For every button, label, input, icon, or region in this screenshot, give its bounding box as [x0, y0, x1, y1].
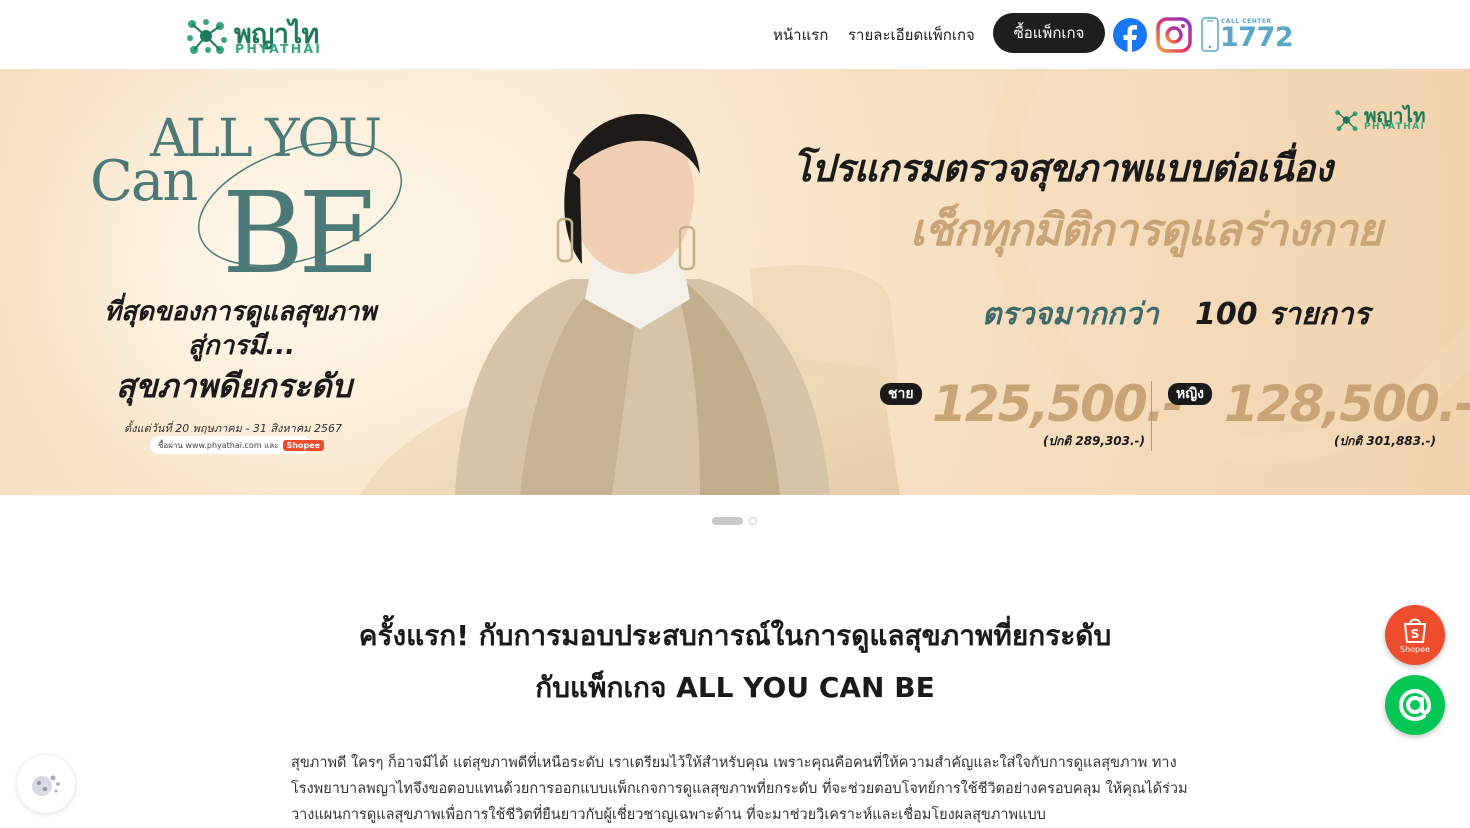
program-title: โปรแกรมตรวจสุขภาพแบบต่อเนื่อง — [792, 147, 1333, 190]
svg-text:S: S — [1411, 627, 1420, 641]
title-can: Can — [90, 149, 198, 214]
hero-logo-english: PHYATHAI — [1364, 122, 1426, 132]
phyathai-logo[interactable]: พญาไท PHYATHAI — [186, 14, 346, 58]
shopee-float-button[interactable]: S Shopee — [1385, 605, 1445, 665]
headline-line-2: กับแพ็กเกจ ALL YOU CAN BE — [535, 671, 935, 704]
carousel-dot-2[interactable] — [749, 517, 757, 525]
phyathai-logo-mark-icon — [187, 19, 227, 54]
shopee-bag-icon: S — [1403, 618, 1427, 643]
check-text: ตรวจมากกว่า — [982, 297, 1159, 332]
hero-phyathai-logo: พญาไท PHYATHAI — [1334, 105, 1440, 135]
male-price: 125,500.- — [932, 375, 1183, 433]
headline-line-1: ครั้งแรก! กับการมอบประสบการณ์ในการดูแลสุ… — [358, 619, 1112, 652]
logo-english-text: PHYATHAI — [235, 41, 323, 56]
program-subtitle: เช็กทุกมิติการดูแลร่างกาย — [910, 205, 1383, 256]
female-normal-price: (ปกติ 301,883.-) — [1334, 434, 1437, 448]
call-center-number: 1772 — [1220, 22, 1294, 53]
cookie-settings-button[interactable] — [17, 755, 75, 813]
female-price: 128,500.- — [1224, 375, 1470, 433]
cookie-icon — [32, 775, 60, 796]
intro-paragraph: สุขภาพดี ใครๆ ก็อาจมีได้ แต่สุขภาพดีที่เ… — [291, 755, 1188, 823]
buy-package-button[interactable]: ซื้อแพ็กเกจ — [993, 13, 1105, 53]
nav-home-link[interactable]: หน้าแรก — [773, 23, 828, 47]
shopee-float-label: Shopee — [1400, 645, 1430, 654]
hero-left-line-3: สุขภาพดียกระดับ — [116, 367, 352, 405]
phone-icon — [1201, 17, 1219, 52]
carousel-dot-1[interactable] — [712, 517, 743, 525]
call-center-1772[interactable]: CALL CENTER 1772 — [1200, 16, 1294, 54]
male-tag: ชาย — [880, 383, 922, 405]
hero-banner[interactable]: ALL YOU Can BE ที่สุดของการดูแลสุขภาพ สู… — [0, 69, 1470, 495]
line-float-button[interactable] — [1385, 675, 1445, 735]
promo-date: ตั้งแต่วันที่ 20 พฤษภาคม - 31 สิงหาคม 25… — [124, 422, 342, 435]
title-be: BE — [222, 169, 380, 299]
section-headline: ครั้งแรก! กับการมอบประสบการณ์ในการดูแลสุ… — [0, 610, 1470, 714]
hero-left-line-2: สู่การมี... — [188, 331, 295, 361]
check-count: 100 รายการ — [1195, 297, 1370, 332]
site-header: พญาไท PHYATHAI หน้าแรก รายละเอียดแพ็กเกจ… — [0, 0, 1470, 69]
shopee-badge: Shopee — [282, 439, 325, 451]
price-divider — [1151, 381, 1152, 451]
male-normal-price: (ปกติ 289,303.-) — [1043, 434, 1146, 448]
shop-channel-pill: ซื้อผ่าน www.phyathai.com และ Shopee — [150, 436, 325, 454]
shop-pill-text: ซื้อผ่าน www.phyathai.com และ — [158, 440, 279, 450]
nav-package-detail-link[interactable]: รายละเอียดแพ็กเกจ — [848, 23, 975, 47]
facebook-icon[interactable] — [1112, 17, 1148, 53]
instagram-icon[interactable] — [1156, 17, 1192, 53]
at-sign-icon — [1398, 688, 1432, 722]
phyathai-logo-mark-icon — [1335, 110, 1358, 132]
female-tag: หญิง — [1168, 383, 1212, 405]
